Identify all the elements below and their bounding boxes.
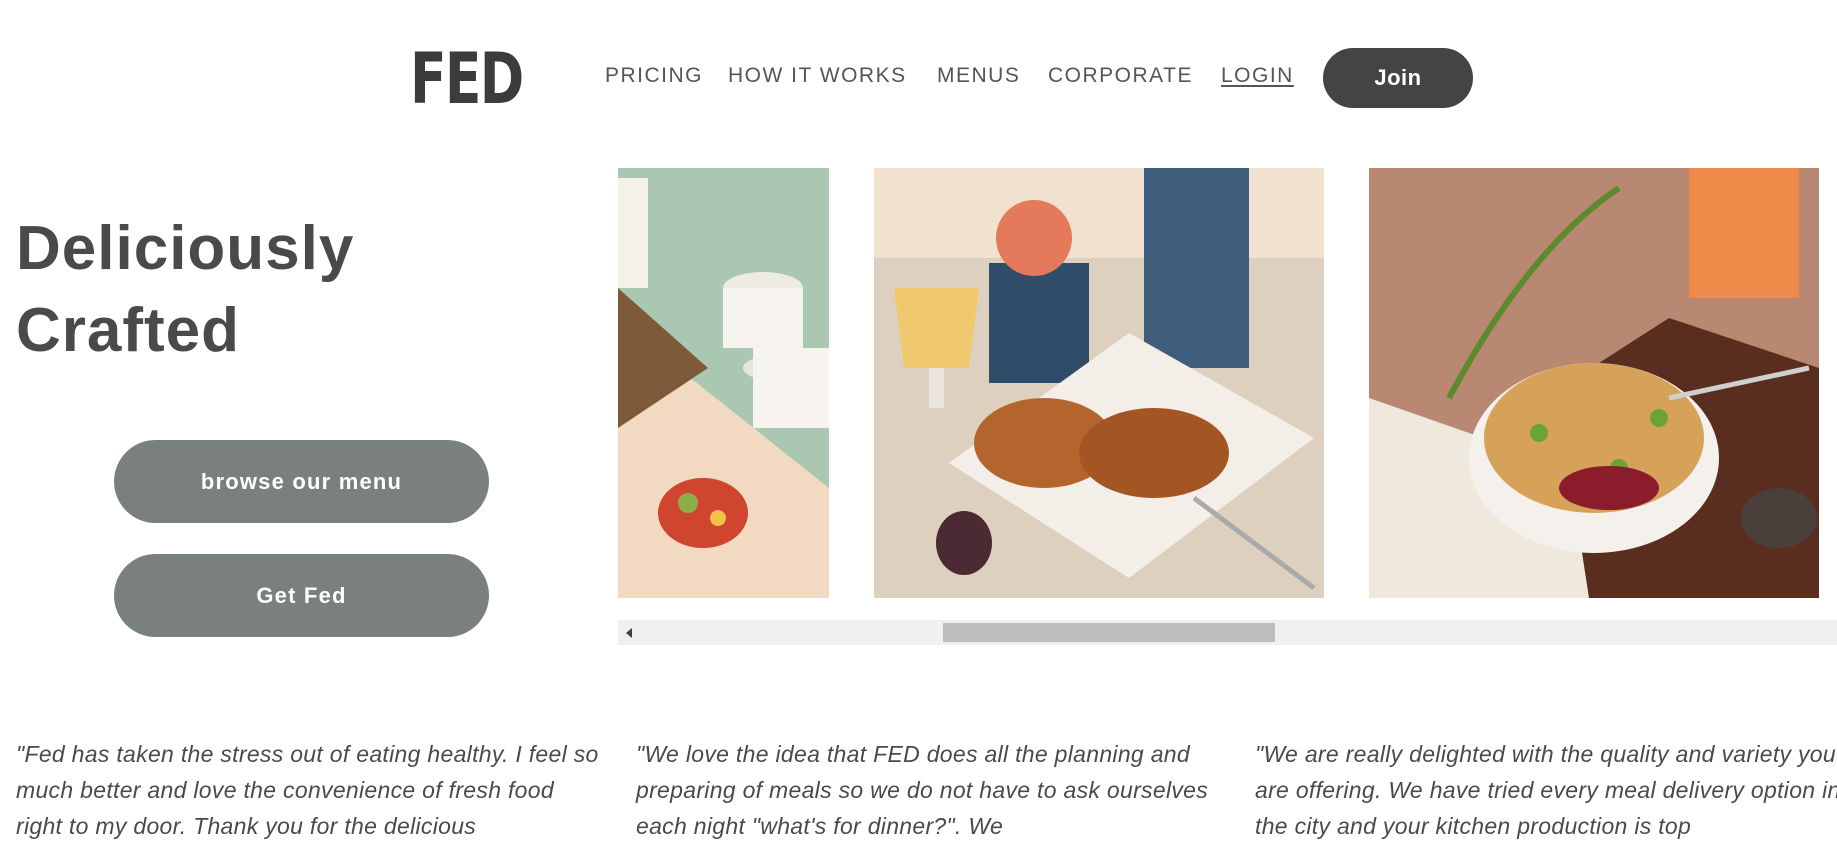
hero-title-line1: Deliciously [16,214,355,283]
gallery-photo-french-toast [874,168,1324,598]
testimonial-3: "We are really delighted with the qualit… [1255,741,1837,839]
nav-menus[interactable]: MENUS [937,64,1020,88]
nav-pricing[interactable]: PRICING [605,64,703,88]
scroll-left-arrow-icon[interactable] [618,620,640,645]
nav-login[interactable]: LOGIN [1221,64,1294,88]
scrollbar-thumb[interactable] [942,623,1275,642]
gallery-photo-cups [618,168,829,598]
join-button[interactable]: Join [1323,48,1473,108]
fed-logo[interactable]: FED [410,44,524,114]
hero-title: Deliciously Crafted [16,208,516,372]
hero-title-line2: Crafted [16,296,241,365]
testimonial-1: "Fed has taken the stress out of eating … [16,741,599,839]
nav-corporate[interactable]: CORPORATE [1048,64,1193,88]
testimonial-2: "We love the idea that FED does all the … [636,741,1209,839]
get-fed-button[interactable]: Get Fed [114,554,489,637]
nav-how-it-works[interactable]: HOW IT WORKS [728,64,907,88]
browse-menu-button[interactable]: browse our menu [114,440,489,523]
gallery-scrollbar[interactable] [618,620,1837,645]
gallery-photo-salad-bowl [1369,168,1819,598]
